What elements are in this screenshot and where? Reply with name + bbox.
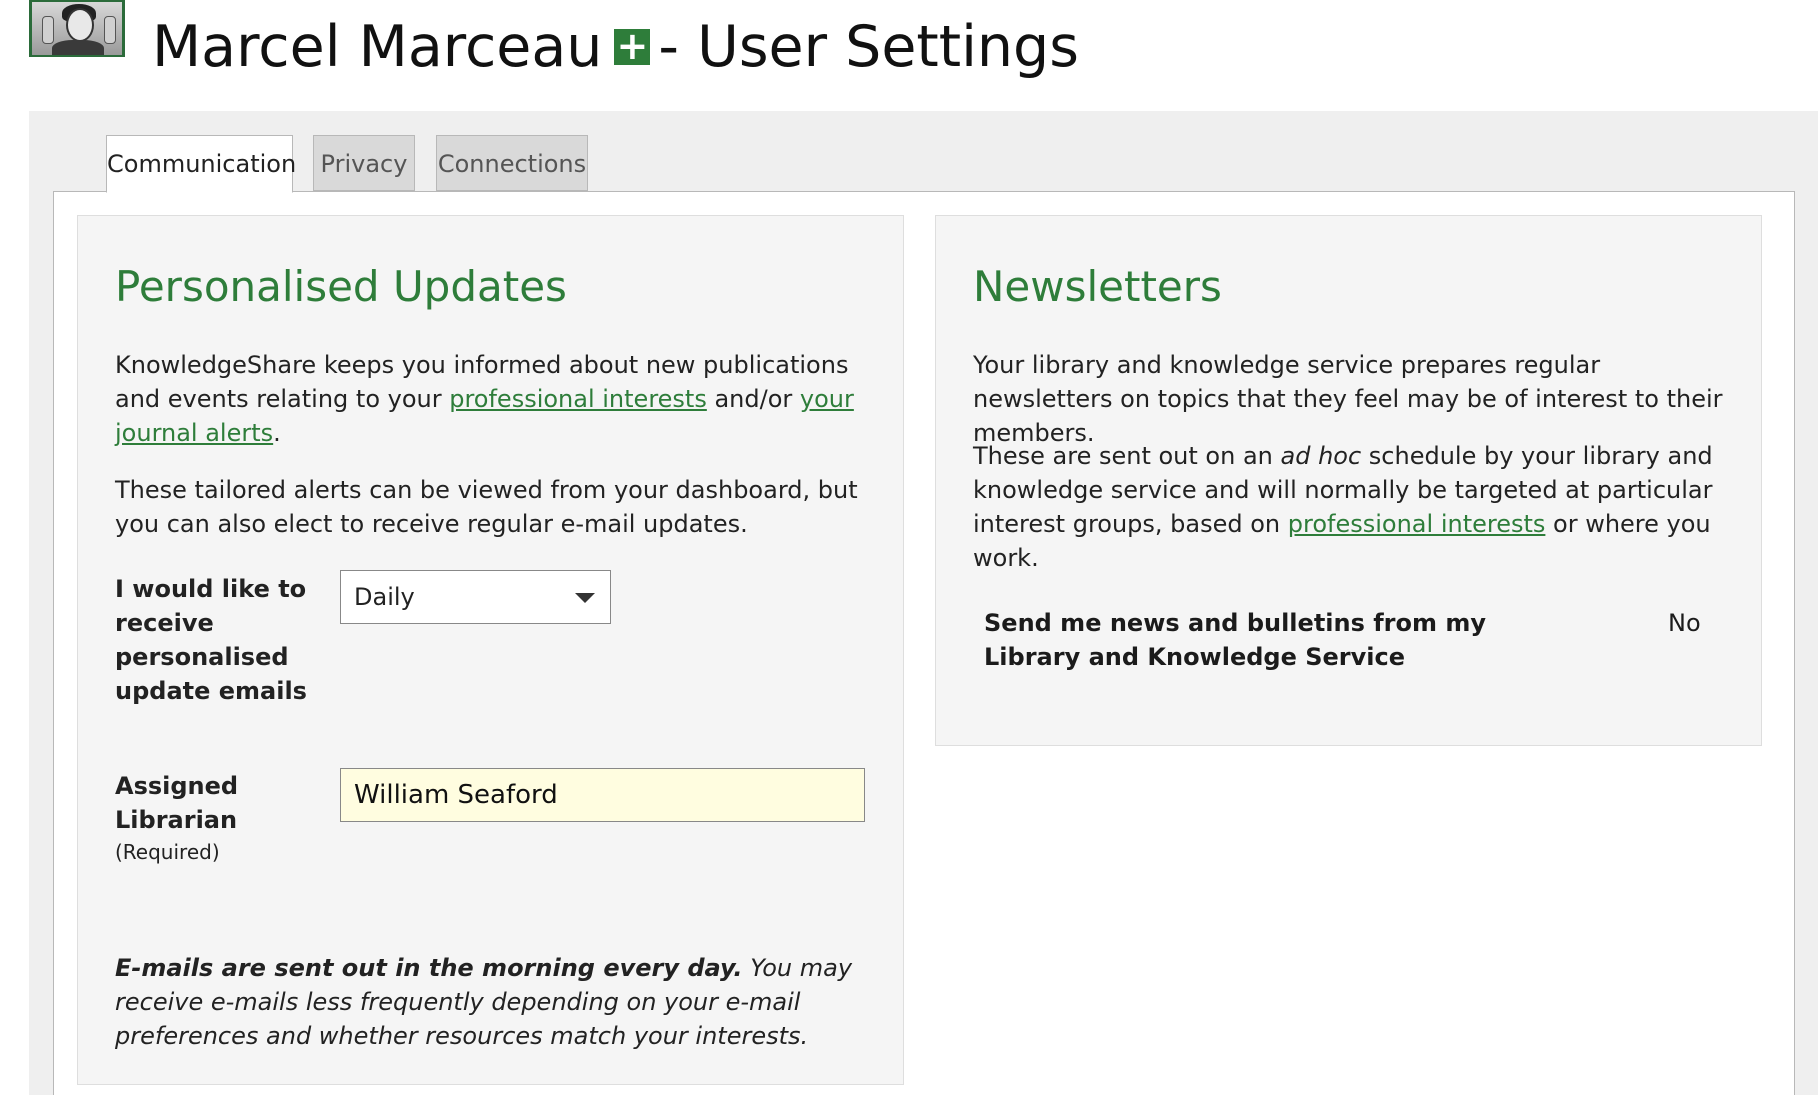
page-title-suffix: - User Settings <box>658 14 1079 80</box>
newsletters-description: These are sent out on an ad hoc schedule… <box>973 442 1713 572</box>
professional-interests-link[interactable]: professional interests <box>449 385 707 413</box>
email-schedule-note: E-mails are sent out in the morning ever… <box>115 954 853 1050</box>
page-title: Marcel Marceau + - User Settings <box>152 12 1079 82</box>
personalised-description: These tailored alerts can be viewed from… <box>115 476 858 538</box>
frequency-select[interactable]: Daily <box>340 570 611 624</box>
frequency-selected-value: Daily <box>354 583 415 611</box>
avatar-photo <box>32 2 122 55</box>
tab-connections[interactable]: Connections <box>436 135 588 191</box>
user-avatar <box>29 0 125 57</box>
tab-privacy[interactable]: Privacy <box>313 135 415 191</box>
newsletters-heading: Newsletters <box>973 262 1222 311</box>
user-name: Marcel Marceau <box>152 14 603 80</box>
required-indicator: (Required) <box>115 840 220 864</box>
newsletters-intro: Your library and knowledge service prepa… <box>973 351 1723 447</box>
tab-panel-communication: Personalised Updates KnowledgeShare keep… <box>53 191 1795 1095</box>
personalised-intro: KnowledgeShare keeps you informed about … <box>115 351 854 447</box>
chevron-down-icon <box>575 593 595 603</box>
personalised-updates-heading: Personalised Updates <box>115 262 567 311</box>
settings-container: Communication Privacy Connections Person… <box>29 111 1818 1095</box>
plus-icon[interactable]: + <box>614 27 651 65</box>
assigned-librarian-input[interactable]: William Seaford <box>340 768 865 822</box>
tab-communication[interactable]: Communication <box>106 135 296 193</box>
bulletin-setting-value[interactable]: No <box>1668 606 1701 640</box>
newsletter-professional-interests-link[interactable]: professional interests <box>1288 510 1546 538</box>
personalised-updates-card: Personalised Updates KnowledgeShare keep… <box>77 215 904 1085</box>
newsletters-card: Newsletters Your library and knowledge s… <box>935 215 1762 746</box>
librarian-label: Assigned Librarian (Required) <box>115 769 315 867</box>
frequency-label: I would like to receive personalised upd… <box>115 575 307 705</box>
bulletin-setting-label: Send me news and bulletins from my Libra… <box>984 609 1487 671</box>
